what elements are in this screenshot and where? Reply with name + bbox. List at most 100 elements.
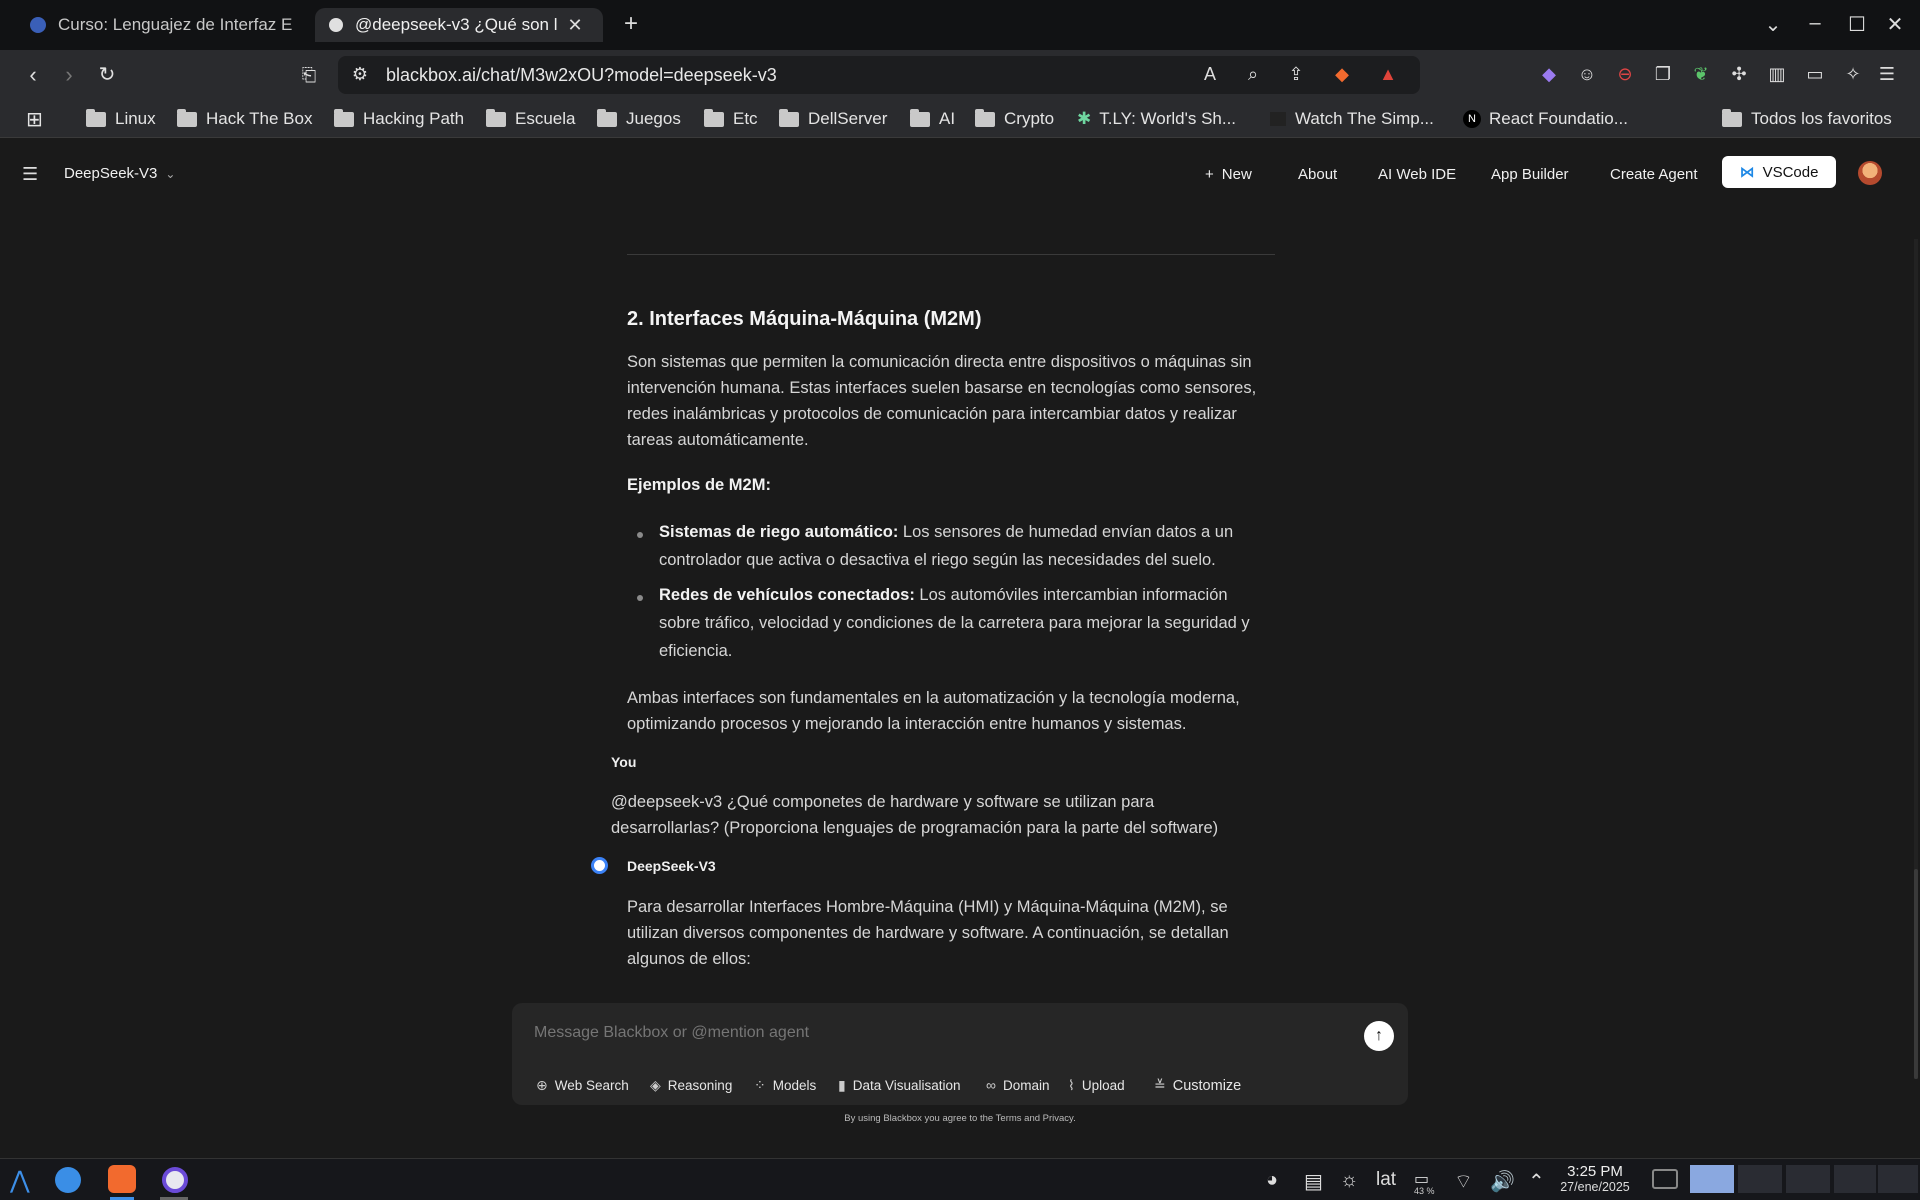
bookmark-simpsons[interactable]: Watch The Simp... xyxy=(1270,108,1434,130)
keyboard-layout[interactable]: lat xyxy=(1376,1169,1396,1191)
start-menu-icon[interactable]: ⋀ xyxy=(10,1166,30,1195)
bookmark-hack-the-box[interactable]: Hack The Box xyxy=(177,108,312,130)
bullet-1-line-2: controlador que activa o desactiva el ri… xyxy=(659,551,1216,569)
minimize-button[interactable]: – xyxy=(1800,12,1830,35)
create-agent-link[interactable]: Create Agent xyxy=(1610,166,1698,183)
tab-favicon-icon xyxy=(329,18,343,32)
extension-face-icon[interactable]: ☺ xyxy=(1576,63,1598,85)
models-button[interactable]: ⁘ Models xyxy=(754,1077,816,1094)
examples-title: Ejemplos de M2M: xyxy=(627,476,771,494)
workspace-5[interactable] xyxy=(1878,1165,1918,1193)
workspace-4[interactable] xyxy=(1834,1165,1876,1193)
folder-icon xyxy=(910,108,930,127)
bullet-2-text: Los automóviles intercambian información xyxy=(914,586,1228,604)
brave-shields-icon[interactable]: ◆ xyxy=(1330,64,1354,85)
volume-icon[interactable]: 🔊 xyxy=(1490,1169,1515,1194)
tool-label: Reasoning xyxy=(667,1078,733,1093)
tab-search-chevron-icon[interactable]: ⌄ xyxy=(1758,12,1788,37)
brave-browser-icon[interactable] xyxy=(108,1165,136,1193)
model-selector[interactable]: DeepSeek-V3 ⌄ xyxy=(64,165,175,182)
workspace-2[interactable] xyxy=(1738,1165,1782,1193)
extension-leaf-icon[interactable]: ❦ xyxy=(1690,63,1712,85)
reasoning-button[interactable]: ◈ Reasoning xyxy=(650,1077,732,1094)
address-bar[interactable]: ⚙ blackbox.ai/chat/M3w2xOU?model=deepsee… xyxy=(338,56,1420,94)
brave-rewards-icon[interactable]: ▲ xyxy=(1376,64,1400,85)
vscode-button[interactable]: ⋈ VSCode xyxy=(1722,156,1836,188)
extension-copy-icon[interactable]: ❐ xyxy=(1652,63,1674,85)
new-tab-button[interactable]: + xyxy=(616,10,646,38)
web-search-button[interactable]: ⊕ Web Search xyxy=(536,1077,629,1094)
workspace-3[interactable] xyxy=(1786,1165,1830,1193)
bookmark-icon[interactable]: ⎗ xyxy=(296,63,322,87)
domain-button[interactable]: ∞ Domain xyxy=(986,1077,1050,1093)
bullet-2-line-1: Redes de vehículos conectados: Los autom… xyxy=(659,582,1228,608)
reload-button[interactable]: ↻ xyxy=(94,63,120,87)
scrollbar-thumb[interactable] xyxy=(1914,869,1918,1079)
color-picker-icon[interactable]: ◕ xyxy=(1266,1169,1278,1192)
bookmark-linux[interactable]: Linux xyxy=(86,108,156,130)
customize-button[interactable]: ≚ Customize xyxy=(1154,1077,1241,1094)
bookmark-label: DellServer xyxy=(808,109,888,128)
ai-web-ide-link[interactable]: AI Web IDE xyxy=(1378,166,1456,183)
avatar[interactable] xyxy=(1858,161,1882,185)
extensions-puzzle-icon[interactable]: ✣ xyxy=(1728,63,1750,85)
folder-icon xyxy=(704,108,724,127)
maximize-button[interactable]: ☐ xyxy=(1842,12,1872,37)
tool-label: Domain xyxy=(1002,1077,1050,1093)
leo-ai-icon[interactable]: ✧ xyxy=(1842,63,1864,85)
site-settings-icon[interactable]: ⚙ xyxy=(348,64,372,85)
extension-block-icon[interactable]: ⊖ xyxy=(1614,63,1636,85)
bookmark-todos-favoritos[interactable]: Todos los favoritos xyxy=(1722,108,1892,130)
new-chat-button[interactable]: + New xyxy=(1205,166,1252,183)
menu-icon[interactable]: ☰ xyxy=(1876,63,1898,85)
upload-button[interactable]: ⌇ Upload xyxy=(1068,1077,1125,1094)
battery-percent: 43 % xyxy=(1414,1186,1435,1196)
tray-expand-icon[interactable]: ⌃ xyxy=(1528,1169,1545,1194)
share-icon[interactable]: ⇪ xyxy=(1284,64,1308,85)
intro-line-2: intervención humana. Estas interfaces su… xyxy=(627,379,1257,397)
about-link[interactable]: About xyxy=(1298,166,1337,183)
forward-button[interactable]: › xyxy=(56,63,82,87)
tab-deepseek[interactable]: @deepseek-v3 ¿Qué son l ✕ xyxy=(315,8,603,42)
bookmark-label: T.LY: World's Sh... xyxy=(1099,109,1237,128)
send-button[interactable]: ↑ xyxy=(1364,1021,1394,1051)
bookmark-etc[interactable]: Etc xyxy=(704,108,758,130)
bookmarks-bar: ⊞ Linux Hack The Box Hacking Path Escuel… xyxy=(0,100,1920,138)
bullet-1-line-1: Sistemas de riego automático: Los sensor… xyxy=(659,519,1233,545)
bookmark-escuela[interactable]: Escuela xyxy=(486,108,575,130)
bookmark-tly[interactable]: ✱ T.LY: World's Sh... xyxy=(1077,108,1236,130)
sidebar-toggle-icon[interactable]: ▥ xyxy=(1766,63,1788,85)
obsidian-icon[interactable] xyxy=(162,1167,188,1193)
bookmark-hacking-path[interactable]: Hacking Path xyxy=(334,108,464,130)
file-manager-icon[interactable] xyxy=(55,1167,81,1193)
back-button[interactable]: ‹ xyxy=(20,63,46,87)
show-desktop-icon[interactable] xyxy=(1652,1169,1678,1189)
bookmark-react[interactable]: N React Foundatio... xyxy=(1463,108,1628,130)
message-input[interactable] xyxy=(534,1021,1334,1045)
sidebar-menu-icon[interactable]: ☰ xyxy=(22,164,38,185)
chat-content: 2. Interfaces Máquina-Máquina (M2M) Son … xyxy=(0,209,1920,1139)
workspace-1[interactable] xyxy=(1690,1165,1734,1193)
zoom-icon[interactable]: ⌕ xyxy=(1241,64,1265,85)
wifi-icon[interactable]: ⌔ xyxy=(1454,1169,1473,1194)
bookmark-label: Crypto xyxy=(1004,109,1055,128)
brightness-icon[interactable]: ☼ xyxy=(1340,1169,1358,1192)
close-window-button[interactable]: ✕ xyxy=(1880,12,1910,37)
os-taskbar: ⋀ ◕ ▤ ☼ lat ▭ 43 % ⌔ 🔊 ⌃ 3:25 PM 27/ene/… xyxy=(0,1158,1920,1200)
bookmark-crypto[interactable]: Crypto xyxy=(975,108,1054,130)
bookmark-juegos[interactable]: Juegos xyxy=(597,108,681,130)
bookmark-dellserver[interactable]: DellServer xyxy=(779,108,887,130)
url-text[interactable]: blackbox.ai/chat/M3w2xOU?model=deepseek-… xyxy=(386,65,777,86)
translate-icon[interactable]: A xyxy=(1198,64,1222,85)
clock-date[interactable]: 27/ene/2025 xyxy=(1556,1180,1634,1194)
apps-grid-icon[interactable]: ⊞ xyxy=(26,108,43,131)
app-builder-link[interactable]: App Builder xyxy=(1491,166,1569,183)
clipboard-icon[interactable]: ▤ xyxy=(1304,1169,1323,1194)
extension-diamond-icon[interactable]: ◆ xyxy=(1538,63,1560,85)
close-tab-icon[interactable]: ✕ xyxy=(567,15,582,36)
tab-curso[interactable]: Curso: Lenguajez de Interfaz E xyxy=(16,8,306,42)
wallet-icon[interactable]: ▭ xyxy=(1804,63,1826,85)
data-visualisation-button[interactable]: ▮ Data Visualisation xyxy=(838,1077,961,1094)
bookmark-ai[interactable]: AI xyxy=(910,108,955,130)
clock-time[interactable]: 3:25 PM xyxy=(1560,1163,1630,1180)
